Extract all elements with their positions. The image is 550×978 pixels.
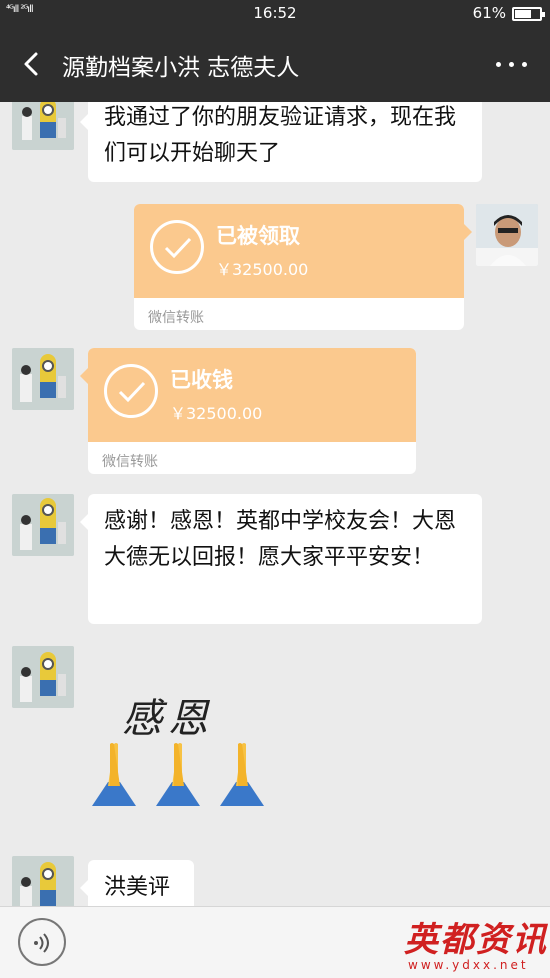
transfer-amount: ￥32500.00 [170, 404, 263, 423]
minion-avatar-icon [12, 348, 74, 410]
chat-title: 源勤档案小洪 志德夫人 [62, 55, 300, 81]
voice-input-button[interactable] [18, 918, 66, 966]
dot-icon [496, 62, 501, 67]
watermark-url: www.ydxx.net [408, 958, 529, 972]
back-button[interactable] [14, 46, 50, 82]
minion-avatar-icon [12, 494, 74, 556]
watermark-text: 英都资讯 [404, 920, 548, 960]
status-time: 16:52 [253, 4, 297, 22]
transfer-label: 微信转账 [148, 310, 204, 326]
contact-avatar[interactable] [12, 856, 74, 906]
battery-icon [512, 7, 545, 21]
chat-header: 源勤档案小洪 志德夫人 [0, 28, 550, 102]
message-text: 我通过了你的朋友验证请求，现在我们可以开始聊天了 [104, 105, 457, 166]
dot-icon [509, 62, 514, 67]
sticker-message[interactable]: 感恩 [86, 682, 286, 814]
message-bubble[interactable]: 洪美评 [80, 860, 194, 906]
battery-percent: 61% [472, 4, 506, 22]
message-bubble[interactable]: 我通过了你的朋友验证请求，现在我们可以开始聊天了 [80, 102, 482, 182]
transfer-card-received[interactable]: 已收钱 ￥32500.00 微信转账 [88, 348, 416, 474]
chevron-left-icon [24, 52, 38, 76]
minion-avatar-icon [12, 102, 74, 150]
dot-icon [522, 62, 527, 67]
contact-avatar[interactable] [12, 494, 74, 556]
check-circle-icon [104, 364, 158, 418]
transfer-amount: ￥32500.00 [216, 260, 309, 279]
my-avatar[interactable] [476, 204, 538, 266]
watermark-logo: 英都资讯 www.ydxx.net [398, 906, 550, 978]
transfer-card-sent[interactable]: 已被领取 ￥32500.00 微信转账 [134, 204, 464, 330]
message-bubble[interactable]: 感谢！感恩！英都中学校友会！大恩大德无以回报！愿大家平平安安！ [80, 494, 482, 624]
status-bar: ⁴ᴳıll ²ᴳıll 16:52 61% [0, 0, 550, 28]
contact-avatar[interactable] [12, 646, 74, 708]
message-text: 感谢！感恩！英都中学校友会！大恩大德无以回报！愿大家平平安安！ [104, 509, 457, 570]
voice-icon [34, 933, 49, 953]
more-options-button[interactable] [494, 52, 530, 76]
transfer-status: 已收钱 [170, 368, 233, 392]
person-avatar-icon [476, 204, 538, 266]
check-circle-icon [150, 220, 204, 274]
chat-area[interactable]: 我通过了你的朋友验证请求，现在我们可以开始聊天了 已被领取 ￥32500.00 … [0, 102, 550, 906]
contact-avatar[interactable] [12, 102, 74, 150]
praying-hands-icon [92, 743, 264, 806]
minion-avatar-icon [12, 856, 74, 906]
transfer-status: 已被领取 [216, 224, 300, 248]
minion-avatar-icon [12, 646, 74, 708]
contact-avatar[interactable] [12, 348, 74, 410]
transfer-label: 微信转账 [102, 454, 158, 470]
message-text: 洪美评 [104, 875, 171, 900]
